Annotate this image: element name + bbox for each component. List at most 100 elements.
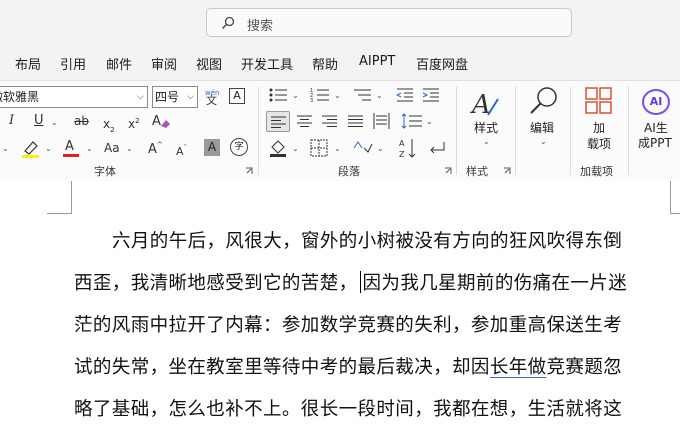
chevron-down-icon: ⌵	[187, 92, 194, 102]
chevron-down-icon: ⌄	[292, 91, 299, 100]
line-2-text-a: 西歪，我清晰地感受到它的苦楚，	[74, 273, 358, 294]
chevron-down-icon: ⌄	[2, 144, 9, 153]
line-4-text-b: 竞赛题忽	[546, 357, 623, 378]
ai-badge-icon: AI	[642, 89, 670, 115]
align-left-icon	[271, 116, 286, 128]
highlight-icon[interactable]	[20, 139, 42, 159]
group-separator	[628, 87, 629, 175]
document-line-2[interactable]: 西歪，我清晰地感受到它的苦楚， 因为我几星期前的伤痛在一片迷	[74, 263, 674, 305]
show-marks-icon[interactable]	[428, 139, 446, 157]
chinese-layout-icon[interactable]	[352, 138, 374, 158]
caret-up-icon: ^	[156, 141, 163, 149]
subscript-button[interactable]: x2	[103, 113, 115, 134]
margin-marker-right	[670, 181, 680, 214]
editing-button[interactable]: 编辑 ⌄	[524, 85, 564, 157]
styles-button[interactable]: A 样式 ⌄	[466, 87, 506, 157]
editing-button-label: 编辑	[530, 121, 555, 135]
styles-dialog-launcher-icon[interactable]	[503, 167, 511, 175]
borders-icon[interactable]	[310, 139, 328, 157]
chevron-down-icon: ⌵	[137, 92, 144, 102]
svg-text:3: 3	[310, 98, 313, 103]
search-placeholder: 搜索	[247, 19, 274, 34]
italic-button[interactable]: I	[9, 113, 14, 129]
increase-indent-icon[interactable]	[422, 87, 440, 103]
character-shading-button[interactable]: A	[204, 139, 220, 156]
sort-icon[interactable]: AZ	[398, 137, 418, 159]
tab-layout[interactable]: 布局	[15, 54, 41, 73]
svg-text:A: A	[399, 139, 405, 148]
tab-aippt[interactable]: AIPPT	[359, 54, 395, 69]
tab-baidu-netdisk[interactable]: 百度网盘	[416, 54, 468, 73]
chevron-down-icon: ⌄	[540, 137, 547, 146]
ai-ppt-button[interactable]: AI AI生 成PPT	[636, 87, 680, 157]
document-line-4[interactable]: 试的失常，坐在教室里等待中考的最后裁决，却因长年做竞赛题忽	[74, 347, 674, 389]
tab-mailings[interactable]: 邮件	[106, 54, 132, 73]
decrease-indent-icon[interactable]	[396, 87, 414, 103]
addins-button[interactable]: 加 载项	[578, 87, 622, 157]
underline-button[interactable]: U	[34, 113, 44, 129]
caret-down-icon: ˇ	[183, 144, 188, 152]
text-cursor	[359, 271, 361, 293]
svg-text:A: A	[152, 114, 161, 129]
grow-font-button[interactable]: A^	[148, 138, 163, 158]
phonetic-guide-button[interactable]: wén 文	[204, 85, 222, 109]
font-dialog-launcher-icon[interactable]	[245, 167, 253, 175]
styles-group-label: 样式	[466, 165, 488, 178]
tab-help[interactable]: 帮助	[312, 54, 338, 73]
line-spacing-icon[interactable]	[401, 113, 423, 129]
paragraph-dialog-launcher-icon[interactable]	[444, 167, 452, 175]
line-2-text-b: 因为我几星期前的伤痛在一片迷	[362, 273, 628, 294]
highlight-color-bar	[22, 155, 39, 158]
phonetic-guide-char: 文	[206, 94, 217, 107]
document-area[interactable]: 六月的午后，风很大，窗外的小树被没有方向的狂风吹得东倒 西歪，我清晰地感受到它的…	[0, 181, 680, 439]
tab-review[interactable]: 审阅	[151, 54, 177, 73]
enclose-characters-button[interactable]: 字	[230, 138, 248, 156]
tab-view[interactable]: 视图	[196, 54, 222, 73]
superscript-button[interactable]: x2	[128, 113, 140, 132]
change-case-button[interactable]: Aa	[104, 140, 120, 156]
chevron-down-icon: ⌄	[51, 118, 58, 127]
group-separator	[258, 87, 259, 175]
font-group-label: 字体	[94, 165, 116, 178]
ai-label-line1: AI生	[644, 121, 668, 135]
clear-formatting-icon[interactable]: A	[151, 112, 171, 130]
shading-icon[interactable]	[268, 139, 288, 157]
shrink-font-letter: A	[176, 145, 184, 158]
multilevel-list-icon[interactable]	[352, 87, 372, 103]
numbering-icon[interactable]: 1 2 3	[310, 87, 330, 103]
document-line-5[interactable]: 略了基础，怎么也补不上。很长一段时间，我都在想，生活就将这	[74, 389, 674, 431]
group-separator	[570, 87, 571, 175]
group-separator	[515, 87, 516, 175]
line-3-text: 茫的风雨中拉开了内幕：参加数学竞赛的失利，参加重高保送生考	[74, 315, 623, 336]
addins-label-line2: 载项	[587, 137, 612, 151]
shrink-font-button[interactable]: Aˇ	[176, 140, 187, 160]
ai-label-line2: 成PPT	[638, 136, 672, 150]
chevron-down-icon: ⌄	[334, 144, 341, 153]
character-border-button[interactable]: A	[229, 88, 245, 104]
align-left-button[interactable]	[266, 111, 290, 132]
strikethrough-button[interactable]: ab	[74, 113, 89, 129]
addins-group-label: 加载项	[580, 165, 613, 178]
font-size-combo[interactable]: 四号 ⌵	[152, 86, 198, 108]
chevron-down-icon: ⌄	[376, 91, 383, 100]
font-name-combo[interactable]: 微软雅黑 ⌵	[0, 86, 148, 108]
chevron-down-icon: ⌄	[86, 144, 93, 153]
justify-icon[interactable]	[348, 115, 363, 127]
grammar-flag: 长年做	[489, 357, 547, 378]
align-right-icon[interactable]	[322, 115, 337, 127]
bullets-icon[interactable]	[268, 87, 288, 103]
document-line-1[interactable]: 六月的午后，风很大，窗外的小树被没有方向的狂风吹得东倒	[74, 221, 674, 263]
distributed-icon[interactable]	[373, 113, 390, 129]
tab-developer[interactable]: 开发工具	[241, 54, 293, 73]
margin-marker-left	[47, 181, 72, 214]
tab-references[interactable]: 引用	[60, 54, 86, 73]
chevron-down-icon: ⌄	[334, 91, 341, 100]
chevron-down-icon: ⌄	[292, 144, 299, 153]
font-color-button[interactable]: A	[62, 137, 80, 159]
styles-button-label: 样式	[474, 121, 499, 135]
paragraph-group-label: 段落	[338, 165, 360, 178]
align-center-icon[interactable]	[297, 115, 312, 127]
chevron-down-icon: ⌄	[45, 144, 52, 153]
document-line-3[interactable]: 茫的风雨中拉开了内幕：参加数学竞赛的失利，参加重高保送生考	[74, 305, 674, 347]
search-box[interactable]: 搜索	[206, 8, 572, 37]
